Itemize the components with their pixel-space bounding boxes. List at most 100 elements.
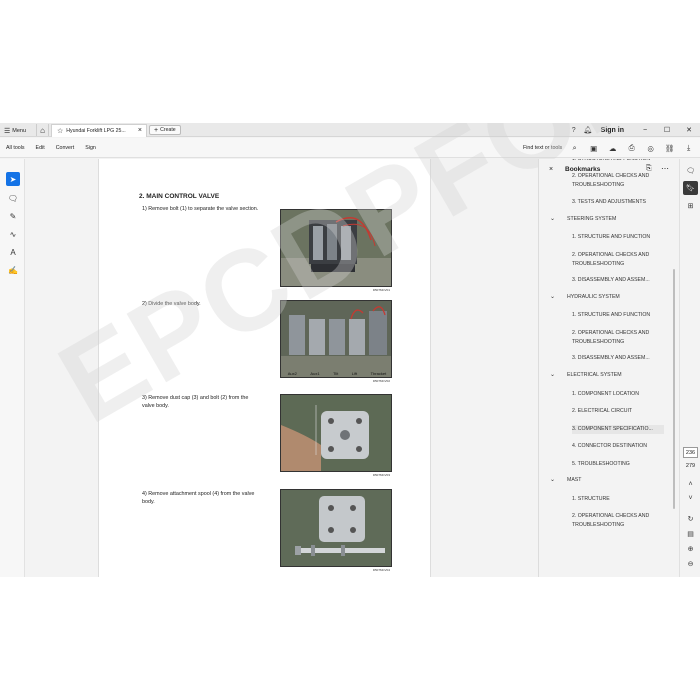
thumbnails-grid-icon[interactable]: ⊞ (683, 199, 698, 213)
minimize-icon[interactable]: − (634, 127, 656, 134)
photo-2-label: Tbracket (370, 371, 387, 376)
menu-label: Menu (12, 127, 27, 134)
menu-button[interactable]: ☰ Menu (4, 126, 26, 135)
plus-icon: + (154, 126, 159, 134)
bookmark-item[interactable]: 1. STRUCTURE AND FUNCTION (572, 233, 664, 242)
bookmark-item[interactable]: 2. OPERATIONAL CHECKS AND TROUBLESHOOTIN… (572, 251, 664, 268)
right-rail: 🗨︎ 🔖︎ ⊞ 236 279 ˄ ˅ ↻ ▤ ⊕ ⊖ (679, 159, 700, 577)
title-bar-controls: ? 🔔︎ Sign in − ☐ ✕ (567, 123, 700, 137)
section-title: 2. MAIN CONTROL VALVE (139, 193, 220, 200)
step-4-text: 4) Remove attachment spool (4) from the … (142, 491, 255, 505)
select-cursor-icon[interactable]: ➤ (6, 172, 20, 186)
hamburger-icon: ☰ (4, 127, 11, 135)
bookmark-item[interactable]: 1. STRUCTURE AND FUNCTION (572, 311, 664, 320)
expand-chevron-icon[interactable]: ⌄ (550, 371, 555, 378)
notifications-bell-icon[interactable]: 🔔︎ (581, 126, 595, 134)
close-panel-icon[interactable]: × (549, 166, 553, 173)
pdf-viewer-window: ☰ Menu ⌂ ☆ Hyundai Forklift LPG 25... × … (0, 123, 700, 577)
bookmark-item[interactable]: 2. OPERATIONAL CHECKS AND TROUBLESHOOTIN… (572, 329, 664, 346)
expand-chevron-icon[interactable]: ⌄ (550, 293, 555, 300)
bookmarks-panel: × Bookmarks ⎘ ⋯ 1. STRUCTURE AND FUNCTIO… (538, 159, 678, 577)
photo-2-label: Lift (351, 371, 358, 376)
bookmark-item[interactable]: 3. DISASSEMBLY AND ASSEM... (572, 354, 664, 363)
document-page[interactable]: 2. MAIN CONTROL VALVE 1) Remove bolt (1)… (98, 159, 431, 577)
bookmark-section[interactable]: HYDRAULIC SYSTEM (567, 294, 620, 300)
step-3-text: 3) Remove dust cap (3) and bolt (2) from… (142, 395, 249, 409)
photo-3-caption: D507MCV03 (372, 473, 390, 477)
bookmark-item[interactable]: 5. TROUBLESHOOTING (572, 460, 664, 469)
bookmark-section[interactable]: STEERING SYSTEM (567, 216, 616, 222)
valve-photo-2: Aux2 Aux1 Tilt Lift Tbracket (280, 300, 392, 378)
bookmark-item[interactable]: 1. STRUCTURE AND FUNCTION (572, 159, 664, 164)
valve-photo-1 (280, 209, 392, 287)
document-tab-title: Hyundai Forklift LPG 25... (66, 128, 126, 134)
print-icon[interactable]: ⎙ (622, 143, 641, 153)
bookmark-section[interactable]: ELECTRICAL SYSTEM (567, 372, 622, 378)
bookmark-item[interactable]: 2. OPERATIONAL CHECKS AND TROUBLESHOOTIN… (572, 172, 664, 189)
left-tool-rail: ➤ 🗨︎ ✎ ∿ A ✍ (0, 159, 25, 577)
sign-button[interactable]: Sign (85, 145, 96, 151)
add-comment-icon[interactable]: 🗨︎ (6, 191, 20, 205)
photo-1-caption: D507MCV01 (372, 288, 390, 292)
link-icon[interactable]: ⛓ (660, 144, 679, 153)
bookmark-item[interactable]: 2. ELECTRICAL CIRCUIT (572, 407, 664, 416)
bookmark-item[interactable]: 3. TESTS AND ADJUSTMENTS (572, 198, 664, 207)
toolbar-menu: All tools Edit Convert Sign (6, 145, 96, 151)
close-window-icon[interactable]: ✕ (678, 126, 700, 134)
ai-assistant-icon[interactable]: ◎ (641, 144, 660, 153)
bookmarks-scrollbar[interactable] (673, 269, 675, 509)
add-text-icon[interactable]: A (6, 245, 20, 259)
search-icon[interactable]: ⌕ (565, 143, 584, 153)
home-button[interactable]: ⌂ (36, 124, 49, 136)
valve-photo-3 (280, 394, 392, 472)
previous-page-icon[interactable]: ˄ (683, 477, 698, 491)
edit-button[interactable]: Edit (36, 145, 45, 151)
cloud-upload-icon[interactable]: ☁ (603, 144, 622, 153)
maximize-icon[interactable]: ☐ (656, 126, 678, 134)
bookmark-item[interactable]: 3. DISASSEMBLY AND ASSEM... (572, 276, 664, 285)
expand-chevron-icon[interactable]: ⌄ (550, 476, 555, 483)
expand-chevron-icon[interactable]: ⌄ (550, 215, 555, 222)
all-tools-button[interactable]: All tools (6, 145, 25, 151)
draw-freehand-icon[interactable]: ∿ (6, 227, 20, 241)
convert-button[interactable]: Convert (56, 145, 75, 151)
tab-strip: ☰ Menu ⌂ ☆ Hyundai Forklift LPG 25... × … (0, 123, 700, 137)
home-icon: ⌂ (40, 125, 45, 135)
fill-sign-icon[interactable]: ✍ (6, 263, 20, 277)
create-button[interactable]: + Create (149, 125, 181, 135)
bookmark-item[interactable]: 3. COMPONENT SPECIFICATIO... (572, 425, 664, 434)
bookmark-section[interactable]: MAST (567, 477, 581, 483)
photo-2-caption: D507MCV02 (372, 379, 390, 383)
sign-in-button[interactable]: Sign in (601, 127, 624, 134)
document-tab[interactable]: ☆ Hyundai Forklift LPG 25... × (51, 124, 147, 137)
save-icon[interactable]: ▣ (584, 144, 603, 153)
rotate-icon[interactable]: ↻ (683, 512, 698, 526)
photo-4-caption: D507MCV04 (372, 568, 390, 572)
photo-2-label: Aux2 (287, 371, 297, 376)
photo-2-label: Aux1 (310, 371, 320, 376)
toolbar-actions: Find text or tools ⌕ ▣ ☁ ⎙ ◎ ⛓ ⤓ (523, 143, 698, 153)
star-icon[interactable]: ☆ (57, 127, 63, 135)
create-label: Create (160, 127, 176, 133)
bookmark-item[interactable]: 4. CONNECTOR DESTINATION (572, 442, 664, 451)
find-text-button[interactable]: Find text or tools (523, 145, 562, 151)
help-icon[interactable]: ? (567, 127, 581, 134)
step-2-text: 2) Divide the valve body. (142, 301, 201, 307)
bookmark-item[interactable]: 2. OPERATIONAL CHECKS AND TROUBLESHOOTIN… (572, 512, 664, 529)
bookmarks-icon[interactable]: 🔖︎ (683, 181, 698, 195)
photo-2-label: Tilt (333, 371, 339, 376)
next-page-icon[interactable]: ˅ (683, 491, 698, 505)
total-pages: 279 (685, 463, 696, 469)
page-view-icon[interactable]: ▤ (683, 527, 698, 541)
photo-2-labels: Aux2 Aux1 Tilt Lift Tbracket (281, 371, 391, 376)
highlight-pen-icon[interactable]: ✎ (6, 209, 20, 223)
zoom-in-icon[interactable]: ⊕ (683, 542, 698, 556)
bookmark-item[interactable]: 1. COMPONENT LOCATION (572, 390, 664, 399)
bookmark-item[interactable]: 1. STRUCTURE (572, 495, 664, 504)
close-tab-icon[interactable]: × (138, 127, 142, 134)
download-icon[interactable]: ⤓ (679, 143, 698, 153)
zoom-out-icon[interactable]: ⊖ (683, 557, 698, 571)
current-page-field[interactable]: 236 (683, 447, 698, 458)
comments-icon[interactable]: 🗨︎ (683, 164, 698, 178)
valve-photo-4 (280, 489, 392, 567)
